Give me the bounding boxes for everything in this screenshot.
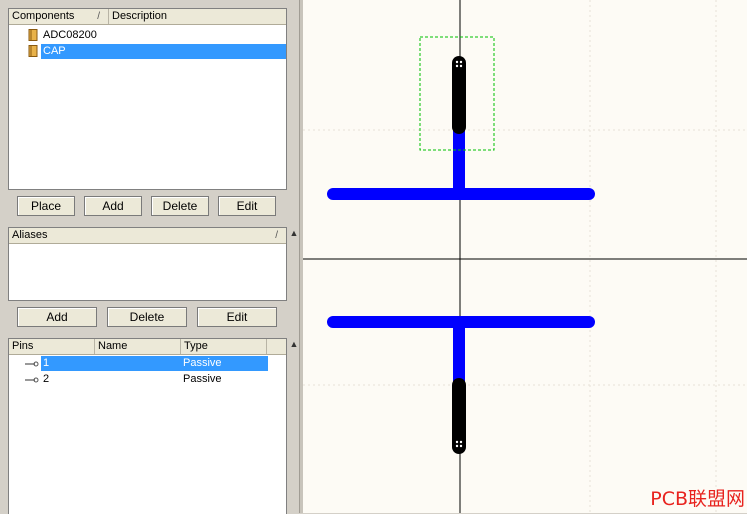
pin-row[interactable]: 2 Passive [41,372,268,387]
pins-list[interactable]: Pins Name Type 1 Passive 2 Passive [8,338,287,514]
delete-component-button[interactable]: Delete [151,196,209,216]
add-alias-button[interactable]: Add [17,307,97,327]
pin-type: Passive [183,373,222,385]
watermark-text: PCB联盟网 [650,488,745,510]
column-header-pins[interactable]: Pins [9,339,95,354]
component-row-adc08200[interactable]: ADC08200 [27,28,277,43]
column-label: Components [12,10,75,22]
column-label: Name [98,340,128,352]
pin-icon [25,361,39,367]
sort-indicator: / [275,230,278,241]
column-label: Description [112,10,168,22]
column-label: Aliases [12,229,48,241]
edit-component-button[interactable]: Edit [218,196,276,216]
component-book-icon [28,45,38,57]
add-component-button[interactable]: Add [84,196,142,216]
pin-number: 1 [43,357,50,369]
canvas-drawing [303,0,747,513]
pin-type: Passive [183,357,222,369]
pin-number: 2 [43,373,50,385]
component-name: CAP [43,45,66,57]
sort-indicator: / [97,11,100,22]
aliases-list[interactable]: Aliases / [8,227,287,301]
pin-icon [25,377,39,383]
pin-2-body[interactable] [452,378,466,454]
capacitor-bottom-lead [453,322,465,386]
capacitor-top-plate [327,188,595,200]
component-book-icon [28,29,38,41]
column-label: Pins [12,340,34,352]
grid-lines [303,0,747,513]
pins-list-header: Pins Name Type [9,339,286,355]
column-header-type[interactable]: Type [181,339,267,354]
aliases-list-header: Aliases / [9,228,286,244]
library-panel: Components / Description ADC08200 CAP Pl… [0,0,304,514]
components-list[interactable]: Components / Description ADC08200 CAP [8,8,287,190]
column-header-aliases[interactable]: Aliases / [9,228,286,243]
delete-alias-button[interactable]: Delete [107,307,187,327]
capacitor-top-lead [453,128,465,192]
column-header-components[interactable]: Components / [9,9,109,24]
pin-1-body[interactable] [452,56,466,134]
place-button[interactable]: Place [17,196,75,216]
column-label: Type [184,340,208,352]
components-list-header: Components / Description [9,9,286,25]
column-header-name[interactable]: Name [95,339,181,354]
pin-row[interactable]: 1 Passive [41,356,268,371]
component-row-cap[interactable]: CAP [41,44,286,59]
schematic-canvas[interactable]: PCB联盟网 [303,0,747,513]
edit-alias-button[interactable]: Edit [197,307,277,327]
column-header-description[interactable]: Description [109,9,286,24]
